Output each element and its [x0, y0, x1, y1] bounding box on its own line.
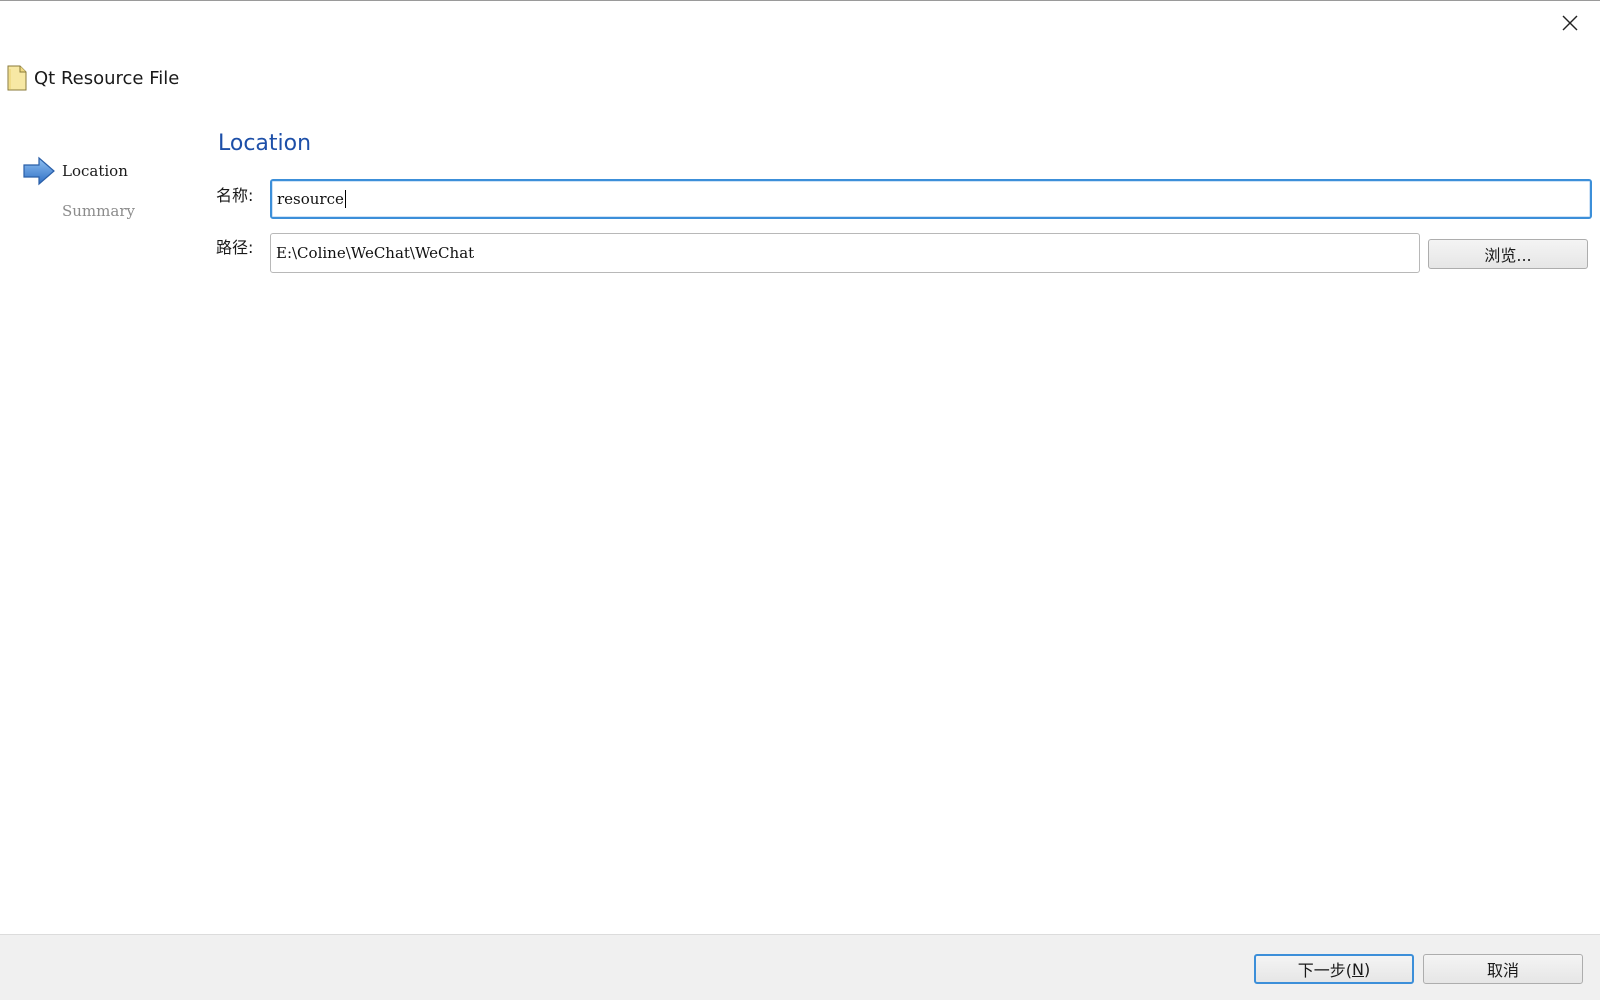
name-field[interactable]: resource	[270, 179, 1592, 219]
wizard-step-label: Location	[62, 162, 128, 180]
dialog-header: Qt Resource File	[6, 63, 179, 93]
wizard-steps: Location Summary	[22, 153, 135, 233]
path-field-value: E:\Coline\WeChat\WeChat	[276, 244, 475, 262]
wizard-step-summary: Summary	[22, 193, 135, 229]
arrow-right-icon	[23, 156, 55, 186]
path-label: 路径:	[216, 238, 254, 257]
path-field[interactable]: E:\Coline\WeChat\WeChat	[270, 233, 1420, 273]
file-icon	[7, 65, 27, 91]
name-label: 名称:	[216, 186, 254, 205]
browse-button[interactable]: 浏览...	[1428, 239, 1588, 269]
text-caret	[344, 190, 347, 208]
dialog-title: Qt Resource File	[34, 67, 180, 89]
wizard-dialog: Qt Resource File Location Summary Locati…	[0, 0, 1600, 1000]
next-button[interactable]: 下一步(N)	[1254, 954, 1414, 984]
page-title: Location	[218, 131, 312, 156]
name-field-value: resource	[277, 190, 344, 208]
wizard-step-label: Summary	[62, 202, 135, 220]
close-button[interactable]	[1556, 9, 1584, 37]
dialog-footer: 下一步(N) 取消	[0, 934, 1600, 1000]
cancel-button[interactable]: 取消	[1423, 954, 1583, 984]
close-icon	[1562, 15, 1578, 31]
wizard-step-location: Location	[22, 153, 135, 189]
